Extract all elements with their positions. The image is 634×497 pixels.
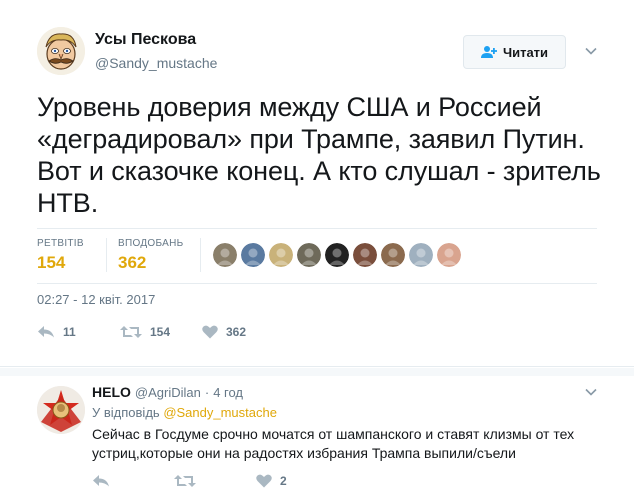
reply-to-prefix: У відповідь <box>92 405 160 420</box>
liker-avatar-9[interactable] <box>437 243 461 267</box>
section-divider <box>0 366 634 367</box>
section-gap <box>0 368 634 376</box>
retweet-icon <box>174 475 196 487</box>
retweet-icon <box>120 326 142 338</box>
reply-like-count: 2 <box>280 474 287 488</box>
reply-retweet-button[interactable] <box>174 474 256 488</box>
retweet-count: 154 <box>150 325 171 339</box>
stats-divider-top <box>37 228 597 229</box>
stat-divider <box>106 238 107 272</box>
reply-icon <box>93 475 109 487</box>
liker-avatar-7[interactable] <box>381 243 405 267</box>
liker-avatar-1[interactable] <box>213 243 237 267</box>
likes-count: 362 <box>118 253 147 272</box>
chevron-down-icon[interactable] <box>584 385 598 399</box>
reply-tweet[interactable]: HELO @AgriDilan · 4 год У відповідь @San… <box>0 376 634 497</box>
like-button[interactable]: 362 <box>202 325 246 339</box>
stat-divider <box>200 238 201 272</box>
liker-avatar-8[interactable] <box>409 243 433 267</box>
liker-avatar-4[interactable] <box>297 243 321 267</box>
follow-button[interactable]: Читати <box>463 35 566 69</box>
reply-author-avatar[interactable] <box>37 386 85 434</box>
reply-to-line: У відповідь @Sandy_mustache <box>92 405 277 420</box>
main-tweet: Усы Пескова @Sandy_mustache Читати Урове… <box>0 0 634 366</box>
liker-avatar-3[interactable] <box>269 243 293 267</box>
stats-divider-bottom <box>37 283 597 284</box>
author-handle[interactable]: @Sandy_mustache <box>95 55 217 71</box>
reply-actions: 2 <box>92 474 287 488</box>
liker-avatar-2[interactable] <box>241 243 265 267</box>
like-count: 362 <box>226 325 247 339</box>
reply-button[interactable]: 11 <box>37 325 120 339</box>
likes-stat[interactable]: ВПОДОБАНЬ 362 <box>118 238 183 273</box>
likes-label: ВПОДОБАНЬ <box>118 238 184 249</box>
reply-reply-button[interactable] <box>92 474 174 488</box>
follow-button-label: Читати <box>502 44 549 60</box>
author-name[interactable]: Усы Пескова <box>95 31 196 49</box>
retweets-stat[interactable]: РЕТВІТІВ 154 <box>37 238 84 273</box>
reply-icon <box>38 326 54 338</box>
heart-icon <box>202 325 218 339</box>
liker-avatars <box>213 243 461 267</box>
retweets-label: РЕТВІТІВ <box>37 238 84 249</box>
reply-count: 11 <box>63 325 76 339</box>
reply-text: Сейчас в Госдуме срочно мочатся от шампа… <box>92 426 575 461</box>
liker-avatar-5[interactable] <box>325 243 349 267</box>
reply-time[interactable]: 4 год <box>213 385 243 400</box>
reply-author-name[interactable]: HELO <box>92 384 131 400</box>
reply-author-handle[interactable]: @AgriDilan <box>135 385 201 400</box>
tweet-actions: 11 154 362 <box>37 325 246 339</box>
reply-header: HELO @AgriDilan · 4 год <box>92 384 243 400</box>
reply-to-mention[interactable]: @Sandy_mustache <box>163 405 277 420</box>
chevron-down-icon[interactable] <box>584 44 598 58</box>
tweet-timestamp[interactable]: 02:27 - 12 квіт. 2017 <box>37 292 155 307</box>
retweets-count: 154 <box>37 253 66 272</box>
heart-icon <box>256 474 272 488</box>
follow-user-icon <box>480 46 497 58</box>
retweet-button[interactable]: 154 <box>120 325 202 339</box>
liker-avatar-6[interactable] <box>353 243 377 267</box>
reply-separator: · <box>204 385 210 400</box>
tweet-text: Уровень доверия между США и Россией «дег… <box>37 92 601 218</box>
reply-like-button[interactable]: 2 <box>256 474 287 488</box>
author-avatar[interactable] <box>37 27 85 75</box>
